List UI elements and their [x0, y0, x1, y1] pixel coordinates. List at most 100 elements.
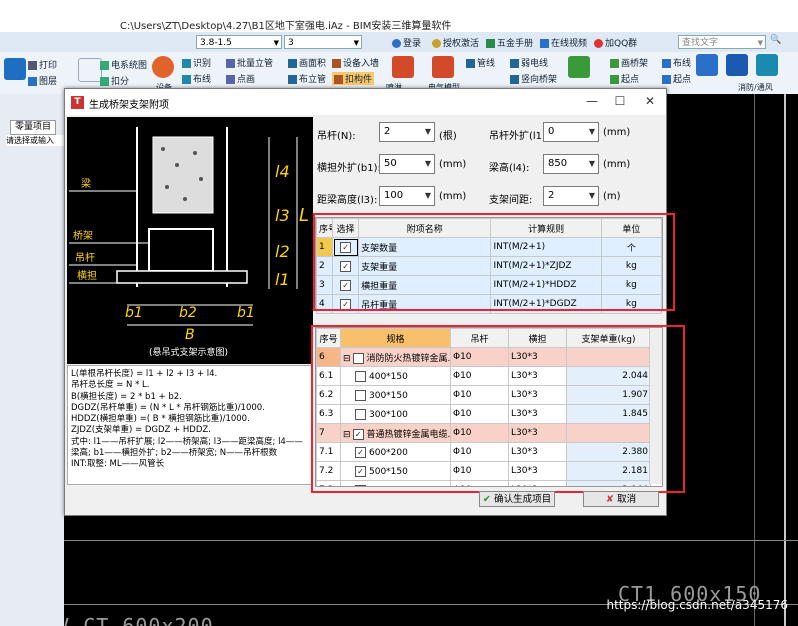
- layer-button[interactable]: 图层: [28, 74, 57, 87]
- left-panel: [0, 94, 64, 626]
- route-button[interactable]: 布线: [662, 56, 691, 69]
- tray-label: 桥架: [73, 230, 93, 242]
- layer-combo[interactable]: 3 ▼: [284, 35, 362, 49]
- point-draw-button[interactable]: 布线: [182, 72, 211, 85]
- identify-button[interactable]: 识别: [182, 56, 211, 69]
- pipe-icon: [466, 59, 475, 68]
- point-icon: [182, 75, 191, 84]
- cad-line: [64, 540, 798, 541]
- crossarm-label: 横担: [77, 269, 97, 282]
- weak-wire-button[interactable]: 弱电线: [510, 56, 548, 69]
- fire-vent-label: 消防/通风: [738, 83, 773, 92]
- close-icon[interactable]: ✕: [641, 93, 659, 109]
- draw-area-button[interactable]: 画面积: [288, 56, 326, 69]
- distance-unit: (mm): [439, 191, 467, 202]
- device-icon[interactable]: [152, 56, 174, 78]
- tab-quantity-items[interactable]: 零量项目: [10, 120, 56, 135]
- distance-label: 距梁高度(l3):: [317, 195, 378, 206]
- split-button[interactable]: 扣分: [100, 74, 129, 87]
- draw-tray-button[interactable]: 画桥架: [610, 56, 648, 69]
- place-riser-button[interactable]: 点画: [226, 72, 255, 85]
- electric-system-icon[interactable]: [432, 56, 454, 78]
- app-title: C:\Users\ZT\Desktop\4.27\B1区地下室强电.iAz - …: [120, 21, 452, 32]
- b1-right-label: b1: [237, 305, 255, 321]
- rod-ext-select[interactable]: 0 ▼: [543, 122, 599, 142]
- cancel-button[interactable]: ✘ 取消: [583, 491, 659, 507]
- distance-select[interactable]: 100 ▼: [379, 186, 435, 206]
- vertical-tray-icon: [610, 75, 619, 84]
- user-icon: [392, 39, 401, 48]
- deduct-component-button[interactable]: 布立管: [288, 72, 326, 85]
- search-input[interactable]: 查找文字 ▼: [678, 35, 766, 49]
- rod-count-label: 吊杆(N):: [317, 131, 356, 142]
- book-icon: [486, 39, 495, 48]
- pipeline-button[interactable]: 管线: [466, 56, 495, 69]
- formula-text: L(单根吊杆长度) = l1 + l2 + l3 + l4. 吊杆总长度 = N…: [67, 365, 313, 485]
- highlight-box: [313, 213, 675, 311]
- check-icon: ✔: [482, 494, 495, 505]
- split-icon: [100, 77, 109, 86]
- arm-ext-select[interactable]: 50 ▼: [379, 154, 435, 174]
- rod-ext-label: 吊杆外扩(l1):: [489, 131, 550, 142]
- arm-ext-unit: (mm): [439, 159, 467, 170]
- minimize-icon[interactable]: —: [583, 93, 601, 109]
- bracket-icon: [334, 75, 343, 84]
- search-icon[interactable]: 🔍: [770, 35, 781, 45]
- device-into-wall-button[interactable]: 设备入墙: [332, 56, 379, 69]
- batch-riser-button[interactable]: 批量立管: [226, 56, 273, 69]
- rod-label: 吊杆: [75, 252, 95, 264]
- printer-icon: [28, 61, 37, 70]
- vertical-tray-button[interactable]: 起点: [610, 72, 639, 85]
- route-icon: [662, 59, 671, 68]
- tray-shape: [148, 228, 214, 272]
- activate-button[interactable]: 授权激活: [432, 36, 479, 49]
- riser-icon: [226, 59, 235, 68]
- tray-icon[interactable]: [568, 56, 590, 78]
- left-hint: 请选择或输入: [6, 135, 64, 146]
- cad-line: [754, 94, 755, 626]
- l2-label: l2: [275, 242, 290, 261]
- wire-icon: [510, 59, 519, 68]
- water-system-icon[interactable]: [726, 54, 748, 76]
- spacing-select[interactable]: 2 ▼: [543, 186, 599, 206]
- qq-icon: [594, 39, 603, 48]
- maximize-icon[interactable]: ☐: [611, 93, 629, 109]
- beam-height-select[interactable]: 850 ▼: [543, 154, 599, 174]
- floor-combo[interactable]: 3.8-1.5 ▼: [196, 35, 282, 49]
- bracket-diagram: 梁 桥架 吊杆 横担 l4 l3 l2 l1 L b1 b2 b1 B (悬吊式…: [67, 117, 313, 364]
- spacing-label: 支架间距:: [489, 195, 533, 206]
- print-button[interactable]: 打印: [28, 58, 57, 71]
- dialog-titlebar: T 生成桥架支架附项 — ☐ ✕: [65, 89, 666, 115]
- start-point-button[interactable]: 起点: [662, 72, 691, 85]
- start-icon: [662, 75, 671, 84]
- riser-place-icon: [226, 75, 235, 84]
- component-icon: [288, 75, 297, 84]
- drawing-icon[interactable]: [4, 58, 26, 80]
- watermark: https://blog.csdn.net/a345176: [606, 598, 788, 612]
- bracket-diagram-svg: 梁 桥架 吊杆 横担 l4 l3 l2 l1 L b1 b2 b1 B (悬吊式…: [69, 127, 309, 358]
- cursor-icon[interactable]: [78, 58, 102, 82]
- rod-ext-unit: (mm): [603, 127, 631, 138]
- rod-count-select[interactable]: 2 ▼: [379, 122, 435, 142]
- multi-circuit-button[interactable]: 竖向桥架: [510, 72, 557, 85]
- key-icon: [432, 39, 441, 48]
- identify-icon: [182, 59, 191, 68]
- bracket-calc-button[interactable]: 扣构件: [332, 72, 375, 85]
- beam-label: 梁: [81, 177, 91, 190]
- qq-group-button[interactable]: 加QQ群: [594, 36, 637, 49]
- cad-label: 10KV CT 600x200: [64, 614, 214, 626]
- sprinkler-icon[interactable]: [756, 54, 778, 76]
- l3-label: l3: [275, 206, 290, 225]
- layers-icon: [28, 77, 37, 86]
- app-titlebar: C:\Users\ZT\Desktop\4.27\B1区地下室强电.iAz - …: [0, 0, 798, 32]
- login-button[interactable]: 登录: [392, 36, 421, 49]
- axis-grid-icon[interactable]: [696, 54, 718, 76]
- online-video-button[interactable]: 在线视频: [540, 36, 587, 49]
- cross-icon: ✘: [605, 494, 618, 505]
- electric-model-icon[interactable]: [392, 56, 414, 78]
- b2-label: b2: [179, 305, 197, 321]
- l4-label: l4: [275, 162, 290, 181]
- confirm-generate-button[interactable]: ✔ 确认生成项目: [479, 491, 555, 507]
- deduct-button[interactable]: 电系统图: [100, 58, 147, 71]
- hardware-manual-button[interactable]: 五金手册: [486, 36, 533, 49]
